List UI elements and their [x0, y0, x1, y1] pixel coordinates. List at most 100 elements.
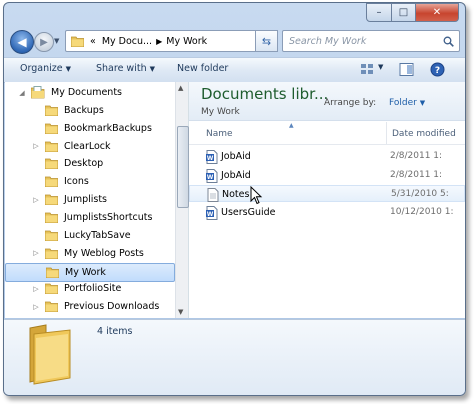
library-subtitle: My Work: [201, 107, 240, 117]
minimize-button[interactable]: –: [366, 3, 392, 22]
nav-item[interactable]: My Work: [5, 262, 175, 282]
nav-item-label: ClearLock: [64, 140, 111, 152]
nav-item-label: Jumplists: [64, 194, 108, 206]
dropdown-arrow-icon: ▼: [419, 99, 426, 107]
word-doc-icon: W: [206, 150, 218, 164]
svg-text:?: ?: [435, 66, 440, 76]
file-row[interactable]: Notes 5/31/2010 5:: [189, 185, 465, 202]
maximize-button[interactable]: □: [392, 3, 416, 22]
back-arrow-icon: ◀: [17, 35, 27, 49]
refresh-button[interactable]: ⇆: [255, 30, 278, 52]
arrange-by-label: Arrange by:: [324, 98, 377, 108]
scroll-down-icon[interactable]: ▼: [178, 308, 183, 316]
expand-arrow-icon[interactable]: ▷: [31, 142, 41, 150]
search-input[interactable]: Search My Work: [289, 36, 366, 47]
nav-item[interactable]: ▷ Previous Downloads: [5, 298, 175, 315]
nav-item[interactable]: BookmarkBackups: [5, 120, 175, 137]
nav-item-label: Backups: [64, 104, 104, 116]
folder-icon: [45, 248, 58, 259]
close-button[interactable]: ✕: [416, 3, 459, 22]
navigation-pane: ◢ My Documents Backups BookmarkBackups ▷ Clea…: [5, 82, 189, 331]
expand-arrow-icon[interactable]: ▷: [31, 285, 41, 293]
svg-text:W: W: [207, 174, 214, 181]
file-name: UsersGuide: [221, 206, 276, 218]
organize-button[interactable]: Organize ▼: [20, 63, 71, 74]
column-date-modified[interactable]: Date modified: [392, 129, 456, 139]
file-row[interactable]: W UsersGuide 10/12/2010 1:: [189, 204, 465, 221]
folder-icon: [71, 36, 84, 47]
nav-item-label: PortfolioSite: [64, 283, 122, 295]
file-date: 5/31/2010 5:: [391, 189, 449, 199]
breadcrumb-chevron-icon[interactable]: ▶: [156, 37, 162, 46]
svg-text:W: W: [207, 211, 214, 218]
library-title: Documents libr...: [201, 85, 329, 103]
new-folder-button[interactable]: New folder: [177, 63, 228, 74]
nav-item[interactable]: ◢ My Documents: [5, 84, 175, 101]
details-pane: 4 items: [4, 319, 465, 395]
folder-icon: [45, 212, 58, 223]
forward-arrow-icon: ▶: [40, 36, 48, 48]
breadcrumb-my-documents[interactable]: My Docu...: [102, 36, 152, 47]
word-doc-icon: W: [206, 205, 218, 220]
file-row[interactable]: W JobAid 2/8/2011 1:: [189, 167, 465, 184]
nav-item-label: My Documents: [51, 87, 123, 98]
nav-item-label: My Work: [65, 266, 106, 278]
help-icon[interactable]: ?: [430, 62, 445, 77]
nav-item-label: Icons: [64, 176, 89, 188]
preview-pane-icon[interactable]: [399, 62, 414, 77]
file-name: JobAid: [221, 169, 251, 181]
folder-icon: [45, 194, 58, 206]
nav-item[interactable]: ▷ ClearLock: [5, 138, 175, 155]
nav-item[interactable]: Icons: [5, 173, 175, 190]
column-name[interactable]: Name: [206, 129, 233, 139]
search-icon: [443, 36, 454, 47]
refresh-icon: ⇆: [261, 34, 272, 48]
search-box[interactable]: Search My Work: [282, 30, 460, 52]
column-divider[interactable]: [386, 122, 387, 144]
views-icon[interactable]: [360, 62, 375, 77]
address-overflow[interactable]: «: [90, 36, 96, 47]
caption-buttons: – □ ✕: [366, 3, 459, 22]
forward-button[interactable]: ▶: [34, 32, 54, 52]
scroll-up-icon[interactable]: ▲: [178, 84, 183, 92]
expand-arrow-icon[interactable]: ◢: [17, 89, 27, 97]
file-row[interactable]: W JobAid 2/8/2011 1:: [189, 148, 465, 165]
expand-arrow-icon[interactable]: ▷: [31, 249, 41, 257]
arrange-by-dropdown[interactable]: Folder ▼: [389, 98, 425, 108]
recent-pages-dropdown[interactable]: ▼: [54, 37, 59, 45]
nav-item-label: My Weblog Posts: [64, 247, 144, 259]
nav-item[interactable]: LuckyTabSave: [5, 227, 175, 244]
nav-item-label: JumplistsShortcuts: [64, 211, 153, 223]
folder-icon: [45, 283, 58, 295]
nav-scrollbar[interactable]: ▲ ▼: [175, 82, 189, 318]
share-with-label: Share with: [96, 63, 147, 74]
svg-text:W: W: [207, 155, 214, 162]
folder-icon: [46, 267, 59, 278]
nav-item[interactable]: JumplistsShortcuts: [5, 209, 175, 226]
address-bar[interactable]: « My Docu... ▶ My Work ▼: [65, 30, 267, 52]
expand-arrow-icon[interactable]: ▷: [31, 196, 41, 204]
word-doc-icon: W: [206, 168, 218, 183]
dropdown-arrow-icon: ▼: [149, 65, 155, 73]
column-headers: Name Date modified: [189, 126, 465, 145]
folder-icon: [45, 301, 58, 313]
back-button[interactable]: ◀: [10, 30, 34, 54]
views-dropdown-icon[interactable]: ▼: [378, 63, 383, 71]
folder-icon: [45, 141, 58, 152]
arrange-by-value: Folder: [389, 98, 417, 108]
share-with-button[interactable]: Share with ▼: [96, 63, 155, 74]
nav-item[interactable]: ▷ My Weblog Posts: [5, 245, 175, 262]
nav-item[interactable]: Backups: [5, 102, 175, 119]
nav-item[interactable]: Desktop: [5, 155, 175, 172]
expand-arrow-icon[interactable]: ▷: [31, 303, 41, 311]
command-bar: Organize ▼ Share with ▼ New folder ▼ ?: [4, 57, 465, 83]
mouse-cursor-icon: [250, 186, 263, 205]
file-date: 10/12/2010 1:: [390, 206, 454, 217]
nav-item[interactable]: ▷ Jumplists: [5, 191, 175, 208]
nav-item-label: Previous Downloads: [64, 301, 160, 313]
nav-item[interactable]: ▷ PortfolioSite: [5, 280, 175, 297]
scroll-thumb[interactable]: [177, 126, 189, 208]
library-icon: [31, 86, 45, 99]
breadcrumb-my-work[interactable]: My Work: [166, 36, 207, 47]
file-name: Notes: [222, 189, 250, 200]
